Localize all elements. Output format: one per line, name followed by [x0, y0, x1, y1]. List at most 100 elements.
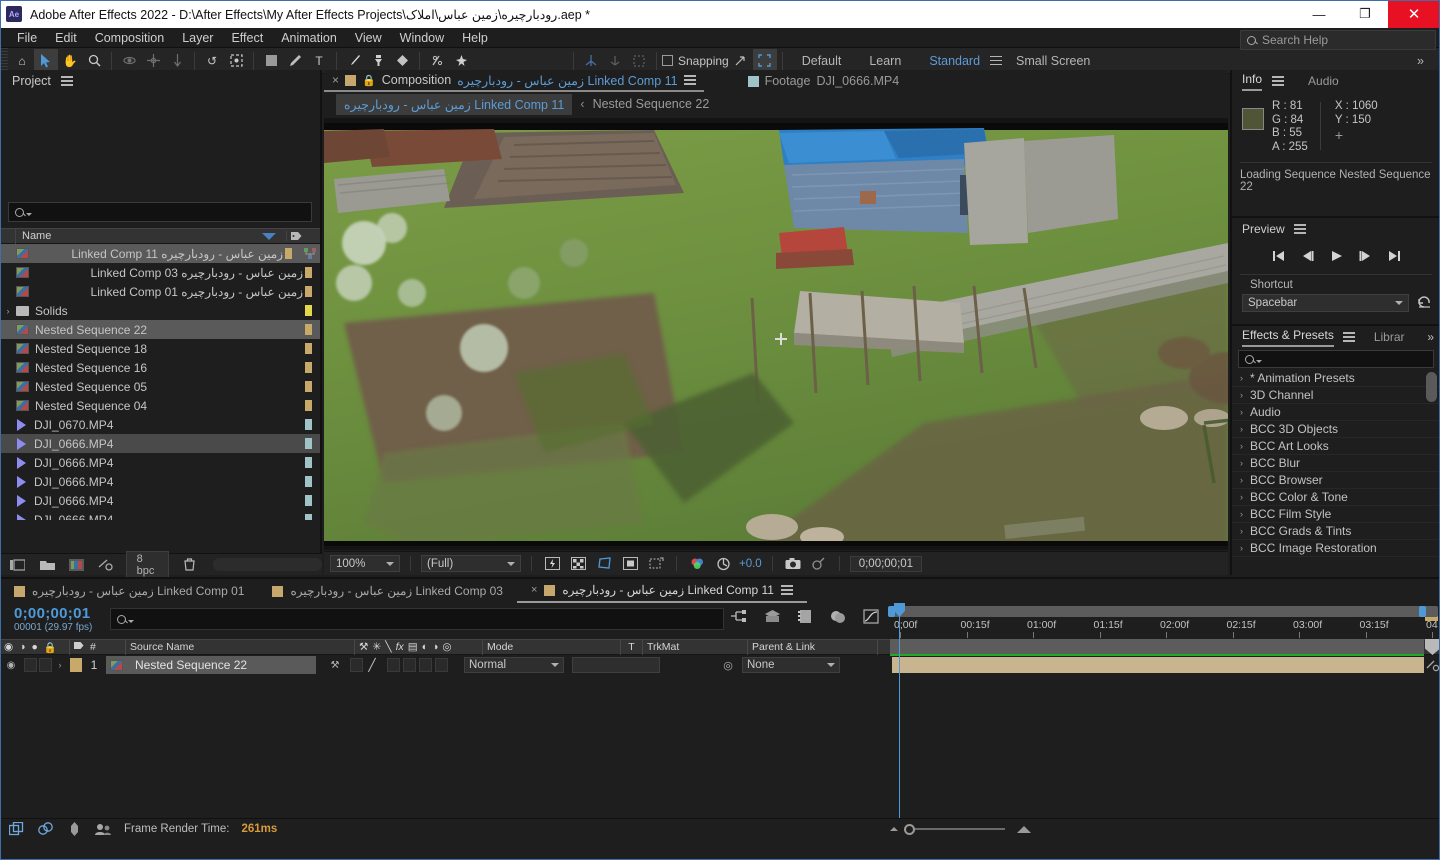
list-item[interactable]: › BCC Image Restoration: [1232, 540, 1440, 557]
rotation-tool-icon[interactable]: ↺: [200, 49, 224, 73]
workspace-learn[interactable]: Learn: [855, 54, 915, 68]
chevron-right-icon[interactable]: ›: [1240, 407, 1243, 417]
effects-list[interactable]: › * Animation Presets › 3D Channel › Audio › BC…: [1232, 370, 1440, 557]
chevron-right-icon[interactable]: ›: [1240, 373, 1243, 383]
timeline-timecode-block[interactable]: 0;00;00;01 00001 (29.97 fps): [0, 603, 92, 633]
snap-arrow-icon[interactable]: [729, 49, 753, 73]
hide-shy-layers-icon[interactable]: [798, 609, 813, 627]
pan-under-tool-icon[interactable]: [141, 49, 165, 73]
tab-composition[interactable]: × 🔒 Composition زمین عباس - رودبارچیره L…: [324, 70, 704, 92]
channel-rgb-icon[interactable]: [687, 555, 707, 573]
list-item[interactable]: › 3D Channel: [1232, 387, 1440, 404]
composition-flowchart-icon[interactable]: [300, 248, 320, 259]
tab-preview[interactable]: Preview: [1242, 222, 1285, 236]
toolbar-overflow[interactable]: »: [1403, 54, 1438, 68]
sort-descending-icon[interactable]: [262, 232, 276, 240]
list-item[interactable]: زمین عباس - رودبارچیره Linked Comp 03: [0, 263, 320, 282]
list-item[interactable]: Nested Sequence 05: [0, 377, 320, 396]
playhead-line[interactable]: [899, 603, 900, 819]
menu-composition[interactable]: Composition: [86, 29, 173, 47]
toggle-switches-modes-icon[interactable]: [8, 822, 25, 837]
home-icon[interactable]: ⌂: [10, 49, 34, 73]
menu-window[interactable]: Window: [391, 29, 453, 47]
search-help-field[interactable]: Search Help: [1240, 30, 1436, 50]
tab-libraries[interactable]: Librar: [1374, 330, 1405, 344]
layer-audio-toggle[interactable]: [24, 658, 37, 672]
trkmat-header[interactable]: TrkMat: [643, 639, 748, 655]
layer-trkmat-cell[interactable]: [572, 657, 660, 673]
next-frame-button[interactable]: [1359, 250, 1372, 265]
list-item[interactable]: DJI_0666.MP4: [0, 472, 320, 491]
label-color-chip[interactable]: [285, 248, 292, 259]
timeline-search-input[interactable]: [110, 608, 724, 630]
list-item[interactable]: DJI_0666.MP4: [0, 491, 320, 510]
motion-blur-status-icon[interactable]: [66, 822, 83, 837]
list-item[interactable]: › * Animation Presets: [1232, 370, 1440, 387]
graph-editor-icon[interactable]: [863, 609, 879, 627]
workspace-standard[interactable]: Standard: [915, 54, 994, 68]
label-color-chip[interactable]: [305, 267, 312, 278]
transparency-toggle-icon[interactable]: [646, 555, 666, 573]
project-settings-icon[interactable]: [96, 553, 115, 577]
resolution-select[interactable]: (Full): [421, 555, 521, 572]
label-color-chip[interactable]: [305, 476, 312, 487]
list-item[interactable]: DJI_0666.MP4: [0, 453, 320, 472]
folder-expand-chevron-icon[interactable]: ›: [0, 306, 16, 316]
viewer-canvas[interactable]: [324, 122, 1228, 546]
shortcut-select[interactable]: Spacebar: [1242, 294, 1409, 312]
frame-blending-icon[interactable]: [830, 609, 846, 627]
workspace-menu-icon[interactable]: [990, 55, 1003, 66]
hand-tool-icon[interactable]: ✋: [58, 49, 82, 73]
chevron-right-icon[interactable]: ›: [1240, 441, 1243, 451]
local-axis-icon[interactable]: [603, 49, 627, 73]
workspace-small-screen[interactable]: Small Screen: [1002, 54, 1104, 68]
chevron-right-icon[interactable]: ›: [1240, 424, 1243, 434]
info-panel-menu-icon[interactable]: [1272, 76, 1285, 86]
chevron-right-icon[interactable]: ›: [1240, 543, 1243, 553]
list-item[interactable]: DJI_0666.MP4: [0, 434, 320, 453]
zoom-slider-track[interactable]: [915, 828, 1005, 830]
chevron-right-icon[interactable]: ›: [1240, 509, 1243, 519]
menu-edit[interactable]: Edit: [46, 29, 86, 47]
chevron-right-icon[interactable]: ›: [1240, 492, 1243, 502]
mode-header[interactable]: Mode: [483, 639, 621, 655]
chevron-right-icon[interactable]: ›: [1240, 526, 1243, 536]
graph-editor-toggle-icon[interactable]: [37, 822, 54, 837]
tab-footage[interactable]: Footage DJI_0666.MP4: [738, 74, 910, 88]
list-item[interactable]: زمین عباس - رودبارچیره Linked Comp 01: [0, 282, 320, 301]
list-item[interactable]: › BCC 3D Objects: [1232, 421, 1440, 438]
list-item[interactable]: › BCC Blur: [1232, 455, 1440, 472]
bit-depth-button[interactable]: 8 bpc: [125, 550, 170, 579]
tab-effects-presets[interactable]: Effects & Presets: [1242, 328, 1334, 347]
tab-timeline-composition[interactable]: زمین عباس - رودبارچیره Linked Comp 01: [0, 579, 258, 603]
breadcrumb-active[interactable]: زمین عباس - رودبارچیره Linked Comp 11: [336, 93, 573, 115]
work-area-track[interactable]: [890, 639, 1424, 654]
layer-parent-cell[interactable]: None: [742, 656, 840, 674]
layer-video-toggle[interactable]: ◉: [0, 656, 22, 674]
label-color-chip[interactable]: [305, 514, 312, 520]
timeline-tab-menu-icon[interactable]: [780, 585, 793, 595]
fast-preview-icon[interactable]: [542, 555, 562, 573]
world-axis-icon[interactable]: [627, 49, 651, 73]
layer-solo-toggle[interactable]: [39, 658, 52, 672]
zoom-out-icon[interactable]: [890, 827, 898, 831]
t-header[interactable]: T: [621, 639, 643, 655]
list-item[interactable]: DJI_0670.MP4: [0, 415, 320, 434]
work-area-end-handle[interactable]: [1419, 606, 1426, 617]
preview-panel-menu-icon[interactable]: [1293, 224, 1306, 234]
maximize-button[interactable]: ❐: [1342, 0, 1388, 28]
close-button[interactable]: ✕: [1388, 0, 1440, 28]
menu-effect[interactable]: Effect: [222, 29, 272, 47]
layer-frame-blend-switch[interactable]: [403, 658, 416, 672]
new-folder-icon[interactable]: [37, 553, 56, 577]
layer-expand-chevron-icon[interactable]: ›: [52, 656, 68, 674]
layer-label-color[interactable]: [70, 658, 82, 672]
layer-shy-switch[interactable]: ⚒: [324, 656, 346, 674]
draft-3d-icon[interactable]: [764, 609, 781, 627]
workspace-overflow-chevron[interactable]: »: [1403, 54, 1438, 68]
composition-panel-menu-icon[interactable]: [683, 75, 696, 85]
close-icon[interactable]: ×: [531, 584, 537, 596]
label-color-chip[interactable]: [305, 362, 312, 373]
chevron-left-icon[interactable]: ‹: [580, 97, 584, 111]
chevron-right-icon[interactable]: ›: [1240, 458, 1243, 468]
